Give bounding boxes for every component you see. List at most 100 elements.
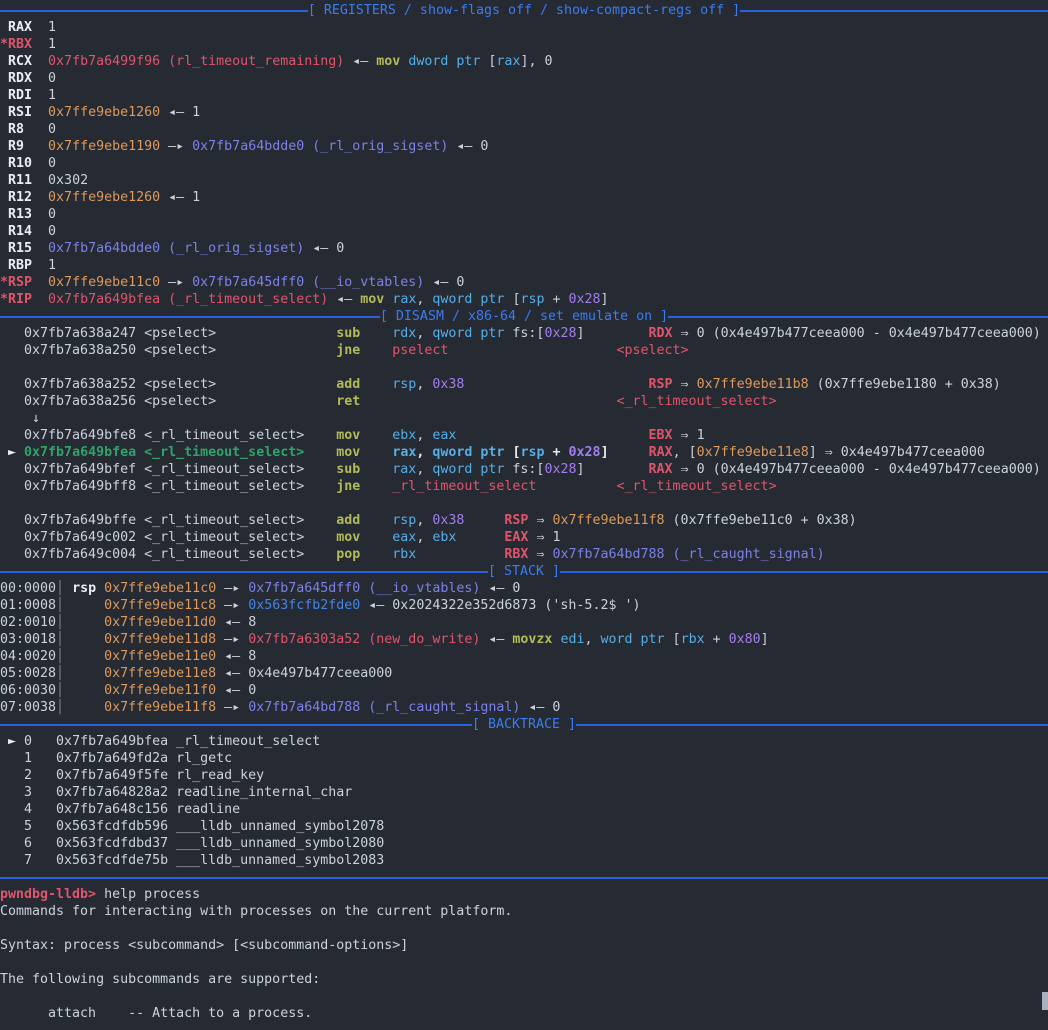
reg-r9: R9 0x7ffe9ebe1190 —▸ 0x7fb7a64bdde0 (_rl… [0, 138, 1048, 155]
scrollbar-thumb[interactable] [1042, 992, 1048, 1010]
stack-row: 05:0028│ 0x7ffe9ebe11e8 ◂— 0x4e497b477ce… [0, 665, 1048, 682]
text-segment: rbx [681, 632, 705, 647]
text-segment: 0 [48, 224, 56, 239]
text-segment: , [416, 377, 432, 392]
text-segment: ⇒ 0 (0x4e497b477ceea000 - 0x4e497b477cee… [673, 326, 1041, 341]
text-segment: R10 [0, 156, 48, 171]
text-segment [360, 462, 392, 477]
text-segment: 0x7fb7a645dff0 (__io_vtables) [248, 581, 480, 596]
text-segment: rsp [392, 377, 416, 392]
help-output-line: attach -- Attach to a process. [0, 1005, 1048, 1022]
disasm-line: 0x7fb7a638a250 <pselect> jne pselect <ps… [0, 342, 1048, 359]
text-segment [32, 292, 48, 307]
text-segment: 0x7fb7a64bd788 (_rl_caught_signal) [552, 547, 824, 562]
text-segment: RBX [504, 547, 528, 562]
text-segment: <_rl_timeout_select> [616, 479, 776, 494]
text-segment: RSI [0, 105, 48, 120]
text-segment [536, 479, 616, 494]
text-segment: │ [56, 632, 64, 647]
text-segment [609, 445, 649, 460]
text-segment: sub [336, 462, 360, 477]
text-segment: , [416, 445, 432, 460]
text-segment [32, 275, 48, 290]
section-rule-line [0, 571, 488, 573]
text-segment [360, 377, 392, 392]
text-segment: word ptr [601, 632, 665, 647]
text-segment: EAX [504, 530, 528, 545]
help-output-blank [0, 920, 1048, 937]
text-segment: [ [665, 632, 681, 647]
text-segment: 0x7fb7a649bfef <_rl_timeout_select> [0, 462, 336, 477]
text-segment: 3 0x7fb7a64828a2 readline_internal_char [0, 785, 352, 800]
reg-r8: R8 0 [0, 121, 1048, 138]
text-segment: │ [56, 615, 64, 630]
text-segment: 0 0x7fb7a649bfea _rl_timeout_select [24, 734, 320, 749]
text-segment: RDX [0, 71, 48, 86]
text-segment: , [584, 632, 600, 647]
text-segment [64, 598, 104, 613]
text-segment: ◂— [328, 292, 360, 307]
text-segment: ] [601, 292, 609, 307]
text-segment: 0x7ffe9ebe11f8 [104, 700, 216, 715]
text-segment: 00:0000 [0, 581, 56, 596]
text-segment: ebx [392, 428, 416, 443]
text-segment: 0x7ffe9ebe11b8 [697, 377, 809, 392]
text-segment [64, 683, 104, 698]
text-segment: movzx [512, 632, 552, 647]
stack-row: 00:0000│ rsp 0x7ffe9ebe11c0 —▸ 0x7fb7a64… [0, 580, 1048, 597]
backtrace-frame: 6 0x563fcdfdbd37 ___lldb_unnamed_symbol2… [0, 835, 1048, 852]
reg-rbp: RBP 1 [0, 257, 1048, 274]
text-segment: ◂— 0 [304, 241, 344, 256]
text-segment: 2 0x7fb7a649f5fe rl_read_key [0, 768, 264, 783]
text-segment: 0x7fb7a645dff0 (__io_vtables) [192, 275, 424, 290]
text-segment: add [336, 377, 360, 392]
text-segment: 0x7fb7a649bfe8 <_rl_timeout_select> [0, 428, 336, 443]
backtrace-frame-current: ► 0 0x7fb7a649bfea _rl_timeout_select [0, 733, 1048, 750]
text-segment: 0x7ffe9ebe11f8 [552, 513, 664, 528]
text-segment: ], 0 [520, 54, 552, 69]
text-segment: qword ptr [432, 292, 504, 307]
text-segment: ebx [432, 530, 456, 545]
text-segment: pop [336, 547, 360, 562]
text-segment [360, 530, 392, 545]
text-segment: 0x7fb7a649bfea <_rl_timeout_select> [24, 445, 304, 460]
command-prompt-line[interactable]: pwndbg-lldb> help process [0, 886, 1048, 903]
text-segment [64, 632, 104, 647]
text-segment [360, 445, 392, 460]
section-title: [ BACKTRACE ] [472, 716, 576, 733]
text-segment: 0 [48, 207, 56, 222]
text-segment: rax [392, 292, 416, 307]
text-segment: [ [504, 292, 520, 307]
text-segment: 1 [48, 20, 56, 35]
text-segment: —▸ [216, 700, 248, 715]
text-segment: [ [480, 54, 496, 69]
context-separator [0, 869, 1048, 886]
text-segment: 06:0030 [0, 683, 56, 698]
stack-row: 02:0010│ 0x7ffe9ebe11d0 ◂— 8 [0, 614, 1048, 631]
text-segment: 0x7fb7a64bdde0 (_rl_orig_sigset) [192, 139, 448, 154]
text-segment: 05:0028 [0, 666, 56, 681]
text-segment: attach -- Attach to a process. [0, 1006, 312, 1021]
text-segment: 1 [48, 88, 56, 103]
text-segment: mov [336, 428, 360, 443]
disasm-blank [0, 359, 1048, 376]
prompt-label: pwndbg-lldb> [0, 887, 96, 902]
text-segment: 0x7fb7a638a247 <pselect> [0, 326, 336, 341]
text-segment [360, 513, 392, 528]
reg-r15: R15 0x7fb7a64bdde0 (_rl_orig_sigset) ◂— … [0, 240, 1048, 257]
backtrace-frame: 7 0x563fcdfde75b ___lldb_unnamed_symbol2… [0, 852, 1048, 869]
text-segment: add [336, 513, 360, 528]
text-segment: 0x7ffe9ebe11c0 [48, 275, 160, 290]
section-rule-line [0, 724, 472, 726]
text-segment [360, 343, 392, 358]
text-segment: ⇒ [528, 513, 552, 528]
disasm-line: 0x7fb7a649bff8 <_rl_timeout_select> jne … [0, 478, 1048, 495]
text-segment: R8 [0, 122, 48, 137]
text-segment [64, 615, 104, 630]
text-segment [464, 513, 504, 528]
text-segment: 1 [32, 37, 56, 52]
text-segment: , [416, 530, 432, 545]
text-segment: 0 [48, 71, 56, 86]
text-segment [64, 700, 104, 715]
disasm-line: 0x7fb7a649c004 <_rl_timeout_select> pop … [0, 546, 1048, 563]
